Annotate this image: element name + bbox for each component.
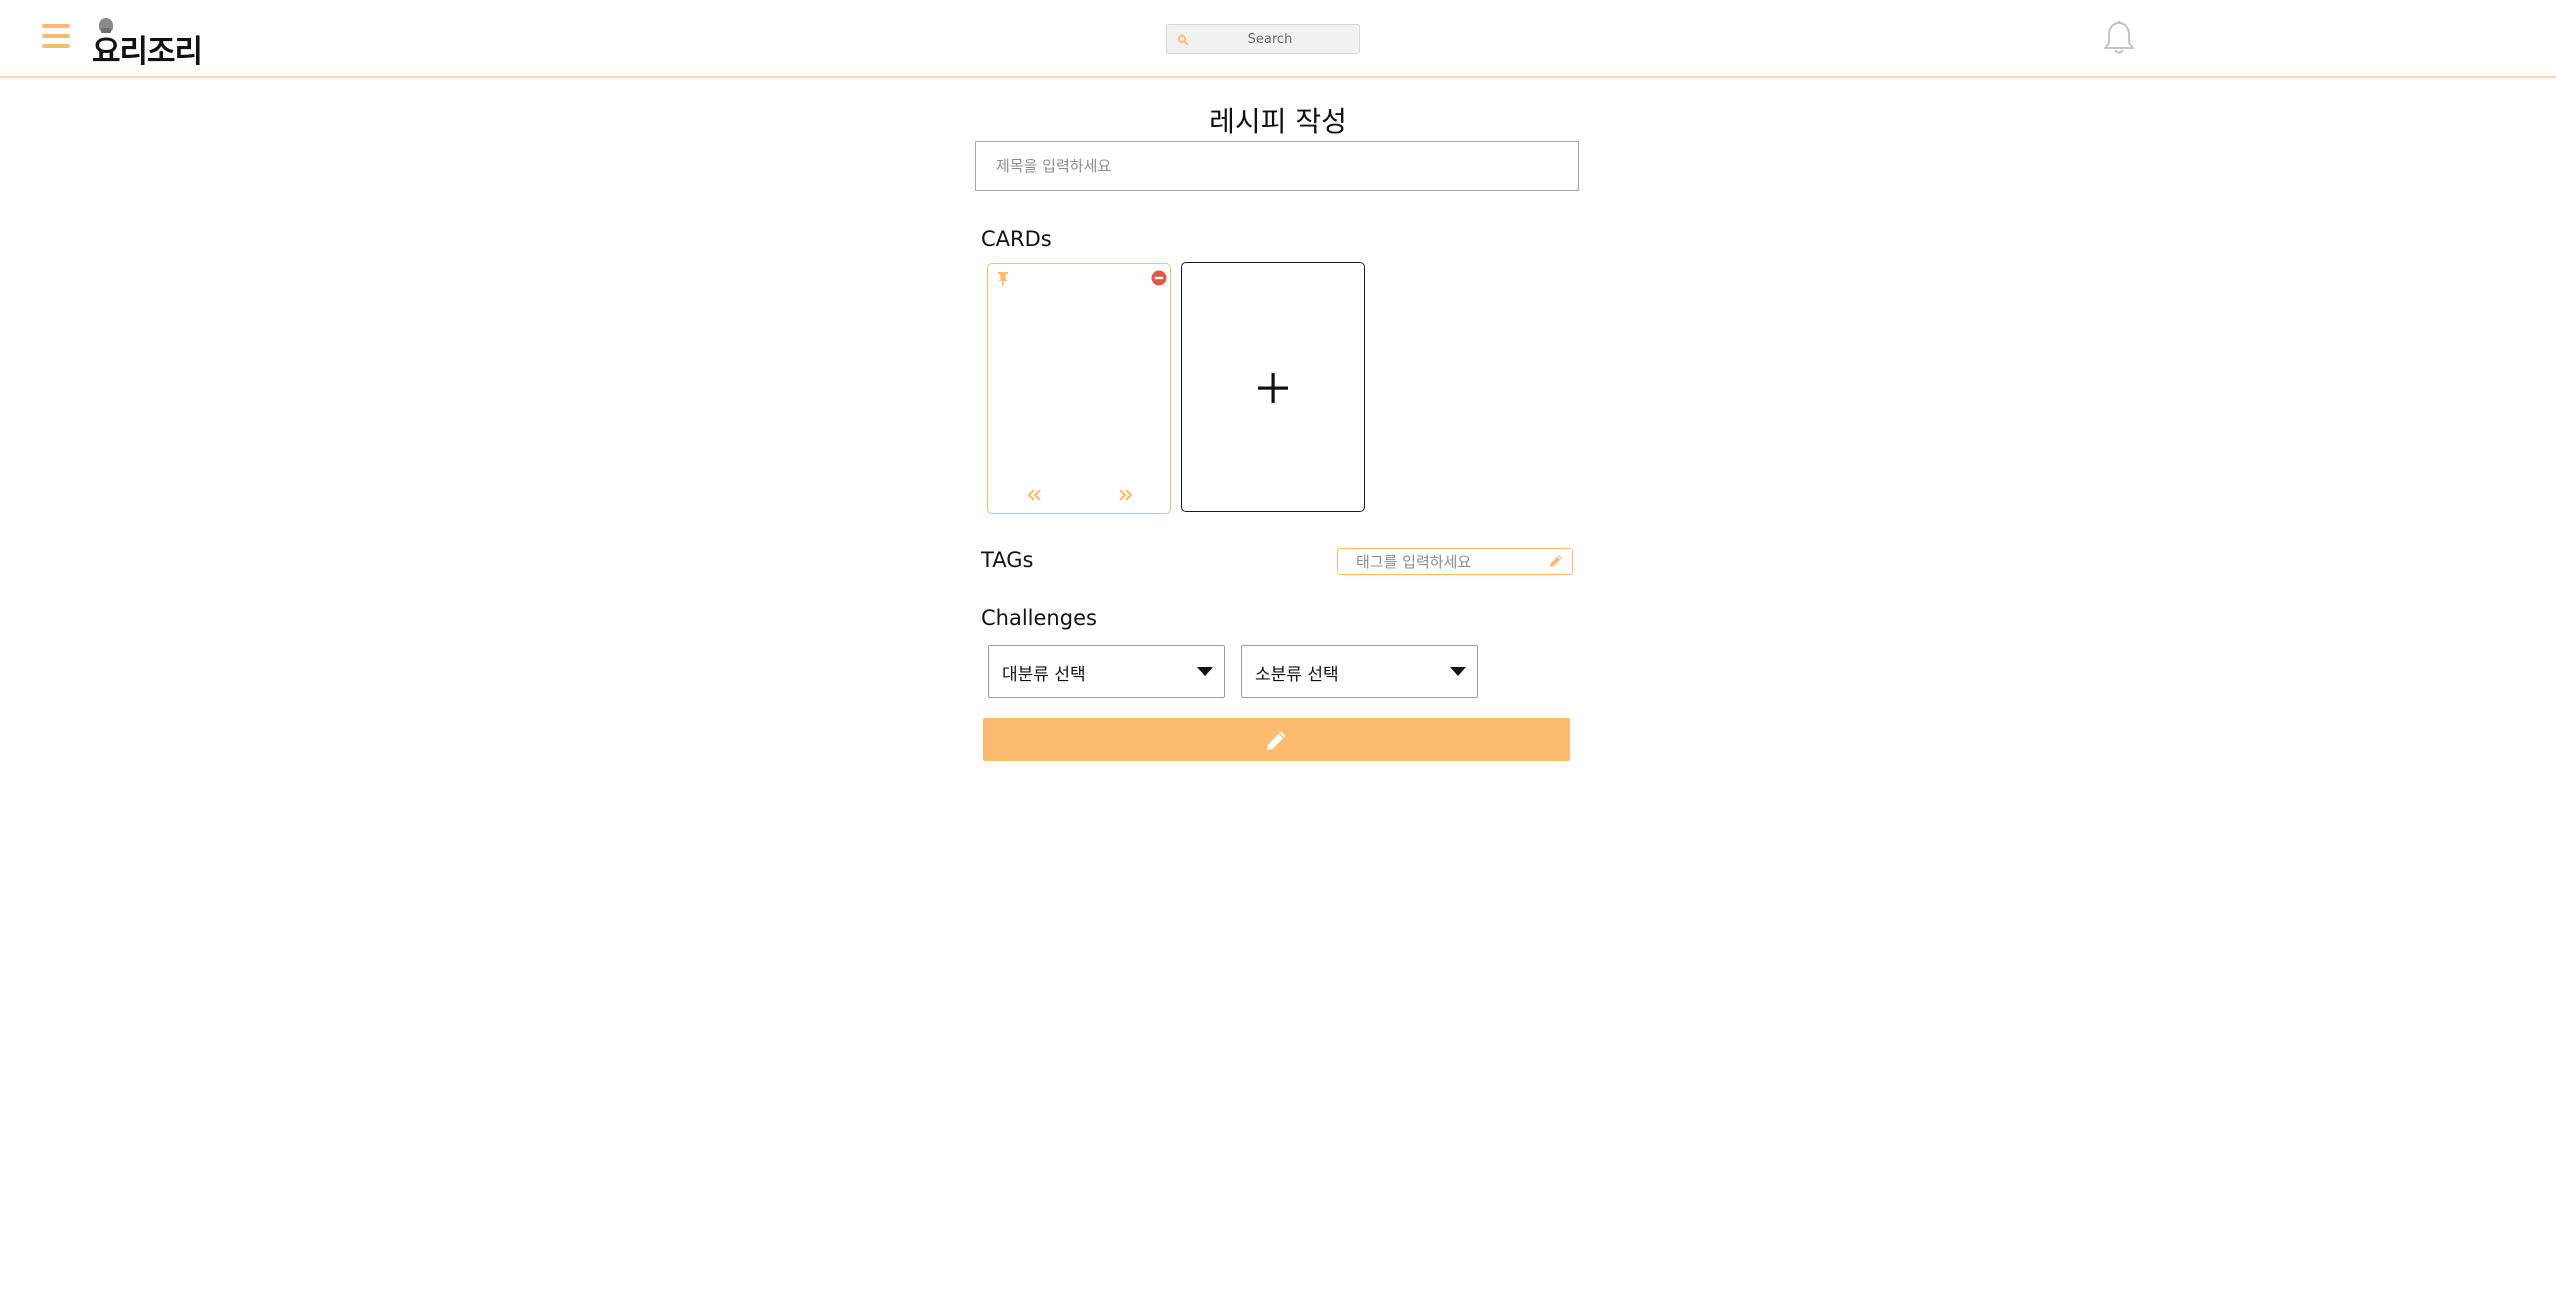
cards-section-label: CARDs [981, 227, 1052, 251]
submit-recipe-button[interactable] [983, 718, 1570, 761]
logo[interactable]: 요리조리 [92, 18, 203, 70]
recipe-title-input[interactable] [975, 141, 1579, 191]
tag-field[interactable] [1337, 548, 1573, 575]
caret-down-icon [1450, 667, 1466, 676]
chevron-double-right-icon[interactable] [1116, 488, 1134, 502]
caret-down-icon [1197, 667, 1213, 676]
chevron-double-left-icon[interactable] [1026, 488, 1044, 502]
add-card-button[interactable] [1181, 262, 1365, 512]
pencil-icon[interactable] [1548, 553, 1564, 569]
top-header: 요리조리 [0, 0, 2556, 78]
menu-icon[interactable] [42, 24, 70, 50]
minor-category-value: 소분류 선택 [1255, 665, 1339, 685]
recipe-card[interactable] [987, 263, 1171, 514]
tags-section-label: TAGs [981, 548, 1034, 572]
minor-category-select[interactable]: 소분류 선택 [1241, 645, 1478, 698]
search-bar[interactable] [1166, 24, 1360, 54]
pin-icon[interactable] [997, 271, 1009, 287]
challenges-section-label: Challenges [981, 606, 1097, 630]
remove-icon[interactable] [1151, 270, 1167, 286]
tag-input[interactable] [1356, 551, 1536, 572]
major-category-value: 대분류 선택 [1002, 665, 1086, 685]
bell-icon[interactable] [2102, 20, 2136, 56]
major-category-select[interactable]: 대분류 선택 [988, 645, 1225, 698]
logo-text: 요리조리 [92, 34, 203, 70]
search-icon [1177, 34, 1189, 46]
page-title: 레시피 작성 [1209, 105, 1347, 138]
pencil-icon [1267, 731, 1286, 750]
search-input[interactable] [1195, 27, 1345, 51]
plus-icon [1258, 373, 1288, 403]
